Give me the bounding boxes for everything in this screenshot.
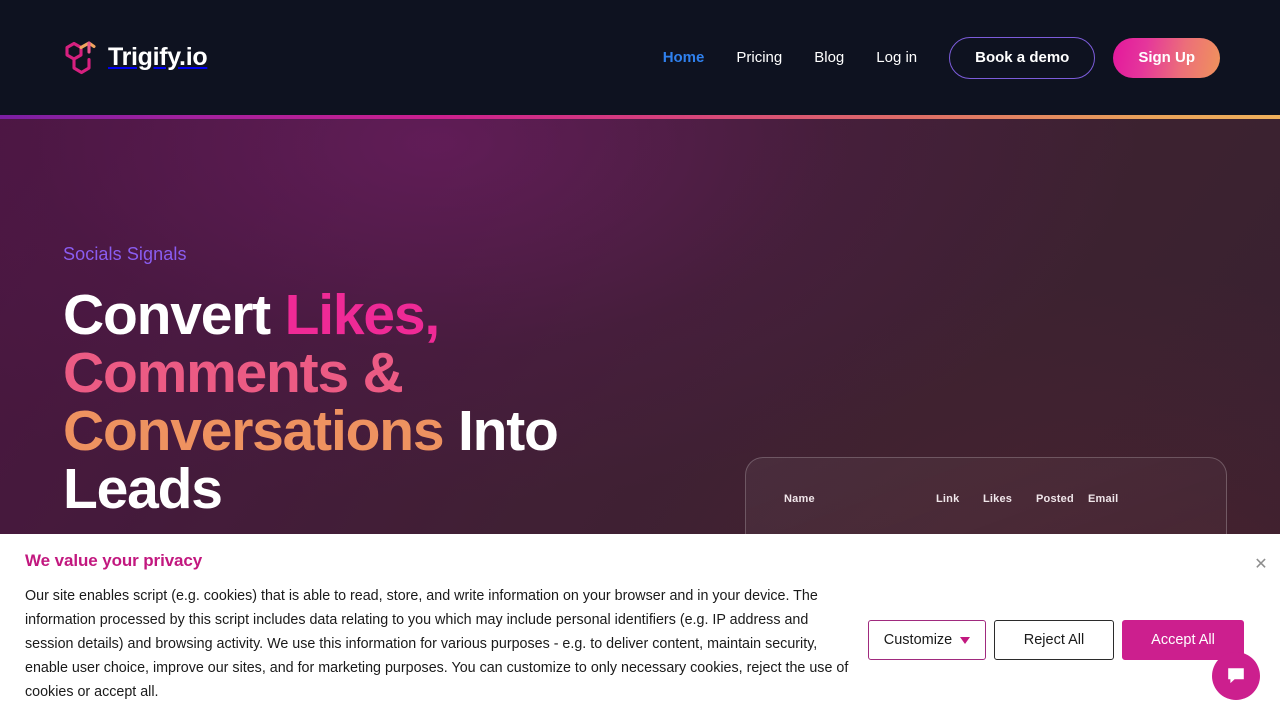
headline-part-conversations: Conversations	[63, 398, 445, 463]
dashboard-column-posted: Posted	[1036, 493, 1074, 505]
chat-bubble-icon	[1228, 668, 1244, 684]
hero-headline: Convert Likes, Comments & Conversations …	[63, 286, 703, 519]
nav-links-group: Home Pricing Blog Log in Book a demo Sig…	[647, 0, 1220, 115]
brand-name: Trigify.io	[108, 42, 208, 71]
brand-logo-link[interactable]: Trigify.io	[63, 38, 208, 76]
dashboard-column-link: Link	[936, 493, 960, 505]
nav-link-home[interactable]: Home	[647, 50, 721, 65]
chevron-down-icon	[960, 636, 971, 644]
headline-part-leads: Leads	[63, 456, 223, 521]
dashboard-column-name: Name	[784, 493, 815, 505]
cookie-banner-body-text: Our site enables script (e.g. cookies) t…	[25, 588, 849, 700]
cookie-banner-actions: Customize Reject All Accept All	[868, 620, 1244, 660]
sign-up-button[interactable]: Sign Up	[1113, 37, 1220, 78]
reject-all-cookies-button[interactable]: Reject All	[994, 620, 1114, 660]
chat-widget-button[interactable]	[1212, 652, 1260, 700]
trigify-cube-logo-icon	[65, 41, 96, 75]
headline-part-likes: Likes,	[284, 282, 441, 347]
headline-part-convert: Convert	[63, 282, 285, 347]
customize-label: Customize	[883, 632, 953, 648]
headline-part-into: Into	[443, 398, 559, 463]
nav-link-blog[interactable]: Blog	[798, 50, 860, 65]
hero-content: Socials Signals Convert Likes, Comments …	[63, 244, 703, 518]
nav-link-pricing[interactable]: Pricing	[720, 50, 798, 65]
gradient-accent-bar	[0, 115, 1280, 119]
dashboard-table-header-row: Name Link Likes Posted Email	[746, 493, 1226, 517]
nav-link-login[interactable]: Log in	[860, 50, 933, 65]
close-icon[interactable]: ✕	[1250, 554, 1272, 576]
hero-eyebrow: Socials Signals	[63, 244, 187, 264]
cookie-banner-title: We value your privacy	[25, 551, 203, 570]
cookie-consent-banner: We value your privacy Our site enables s…	[0, 534, 1280, 720]
customize-cookies-button[interactable]: Customize	[868, 620, 986, 660]
dashboard-column-email: Email	[1088, 493, 1119, 505]
page-root: Trigify.io Home Pricing Blog Log in Book…	[0, 0, 1280, 720]
dashboard-column-likes: Likes	[983, 493, 1013, 505]
top-navigation-bar: Trigify.io Home Pricing Blog Log in Book…	[0, 0, 1280, 115]
headline-part-comments: Comments &	[63, 340, 404, 405]
book-a-demo-button[interactable]: Book a demo	[949, 36, 1096, 79]
